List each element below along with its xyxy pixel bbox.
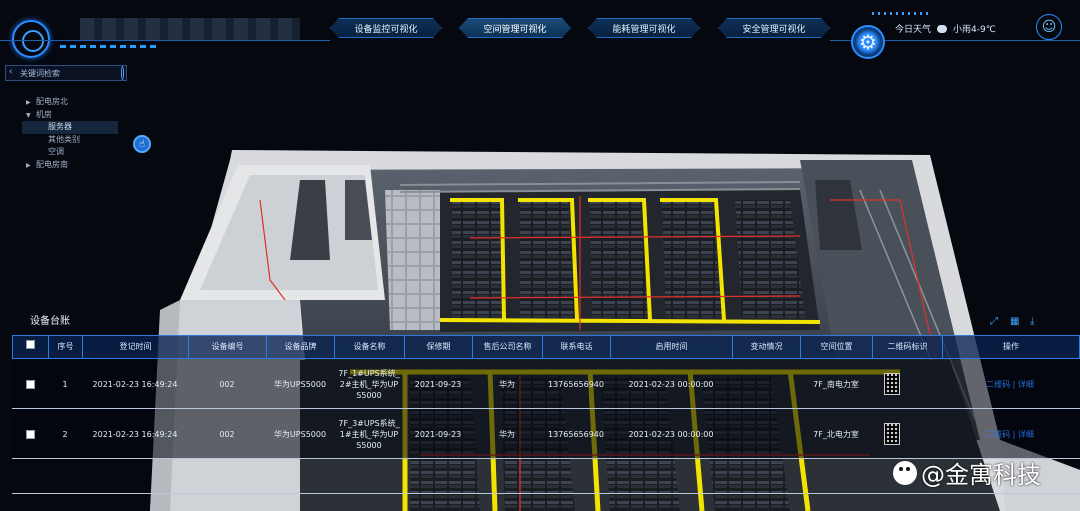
row-checkbox[interactable]	[25, 429, 35, 439]
tree-item-label: 机房	[36, 109, 52, 119]
tab-security-management[interactable]: 安全管理可视化	[718, 18, 830, 38]
tree-item-server[interactable]: 服务器	[22, 121, 118, 134]
cell-code: 002	[219, 429, 235, 439]
expand-icon[interactable]: ⤢	[990, 316, 1001, 327]
tree-item-machine-room[interactable]: ▼ 机房	[26, 109, 118, 122]
cell-start: 2021-02-23 00:00:00	[628, 429, 714, 439]
tab-energy-management[interactable]: 能耗管理可视化	[588, 18, 700, 38]
col-name: 设备名称	[335, 336, 405, 358]
qr-code-icon[interactable]	[884, 423, 900, 445]
watermark-text: @金寓科技	[921, 461, 1041, 489]
cell-index: 1	[62, 379, 68, 389]
header-dots	[872, 12, 932, 15]
col-location: 空间位置	[801, 336, 873, 358]
chevron-right-icon[interactable]: ▶	[26, 97, 36, 110]
col-phone: 联系电话	[543, 336, 611, 358]
tree-item-power-south[interactable]: ▶ 配电房南	[26, 159, 118, 172]
cell-brand: 华为UPS5000	[273, 379, 327, 389]
col-company: 售后公司名称	[473, 336, 543, 358]
cell-name: 7F_1#UPS系统_2#主机_华为UPS5000	[338, 368, 400, 400]
col-code: 设备编号	[189, 336, 267, 358]
search-box: ‹	[5, 65, 127, 81]
ledger-toolbar: ⤢ ▦ ⤓	[990, 316, 1041, 327]
tree-item-aircon[interactable]: 空调	[26, 146, 118, 159]
cell-name: 7F_3#UPS系统_1#主机_华为UPS5000	[338, 418, 400, 450]
cell-qr	[872, 359, 912, 409]
table-divider	[12, 493, 1080, 494]
col-qr: 二维码标识	[873, 336, 943, 358]
device-tree: ▶ 配电房北 ▼ 机房 服务器 其他类别 空调 ▶ 配电房南	[22, 96, 118, 172]
app-title	[80, 18, 300, 40]
chevron-left-icon[interactable]: ‹	[9, 67, 13, 77]
cell-time: 2021-02-23 16:49:24	[92, 379, 178, 389]
cloud-icon	[937, 24, 948, 33]
tree-item-label: 空调	[48, 147, 64, 156]
tab-space-management[interactable]: 空间管理可视化	[459, 18, 571, 38]
cell-company: 华为	[499, 379, 515, 389]
table-icon[interactable]: ▦	[1010, 316, 1021, 327]
chevron-right-icon[interactable]: ▶	[26, 160, 36, 173]
wechat-logo-icon	[893, 460, 917, 485]
tile-floor	[385, 190, 445, 330]
cell-warranty: 2021-09-23	[414, 429, 462, 439]
select-all-checkbox[interactable]	[26, 340, 35, 349]
col-brand: 设备品牌	[267, 336, 335, 358]
cell-change	[732, 359, 800, 409]
col-start: 启用时间	[611, 336, 733, 358]
tree-item-label: 服务器	[48, 122, 72, 131]
table-row[interactable]: 1 2021-02-23 16:49:24 002 华为UPS5000 7F_1…	[12, 359, 1080, 409]
table-row[interactable]: 2 2021-02-23 16:49:24 002 华为UPS5000 7F_3…	[12, 409, 1080, 459]
header: 设备监控可视化 空间管理可视化 能耗管理可视化 安全管理可视化 ⚙ 今日天气 小…	[0, 0, 1080, 62]
col-index: 序号	[49, 336, 83, 358]
row-select	[12, 359, 48, 409]
weather-value: 小雨4-9℃	[953, 25, 996, 35]
qr-code-icon[interactable]	[884, 373, 900, 395]
cell-index: 2	[62, 429, 68, 439]
tree-item-power-north[interactable]: ▶ 配电房北	[26, 96, 118, 109]
cell-code: 002	[219, 379, 235, 389]
row-actions[interactable]: 二维码 | 详细	[942, 359, 1078, 409]
col-select	[13, 336, 49, 358]
ledger-table: 序号 登记时间 设备编号 设备品牌 设备名称 保修期 售后公司名称 联系电话 启…	[12, 335, 1080, 459]
tab-device-monitor[interactable]: 设备监控可视化	[330, 18, 442, 38]
chevron-down-icon[interactable]: ▼	[26, 110, 36, 123]
cell-warranty: 2021-09-23	[414, 379, 462, 389]
header-divider	[0, 40, 330, 41]
row-actions[interactable]: 二维码 | 详细	[942, 409, 1078, 459]
cell-start: 2021-02-23 00:00:00	[628, 379, 714, 389]
tree-item-label: 其他类别	[48, 134, 80, 144]
watermark: @金寓科技	[893, 455, 1041, 490]
weather-widget: 今日天气 小雨4-9℃	[895, 22, 996, 35]
tree-item-label: 配电房北	[36, 97, 68, 106]
cell-phone: 13765656940	[548, 429, 604, 439]
user-icon[interactable]: ☺	[1036, 14, 1062, 40]
cell-change	[732, 409, 800, 459]
logo-icon	[12, 20, 50, 58]
cell-qr	[872, 409, 912, 459]
cell-phone: 13765656940	[548, 379, 604, 389]
cell-time: 2021-02-23 16:49:24	[92, 429, 178, 439]
tree-item-other[interactable]: 其他类别	[26, 134, 118, 147]
col-change: 变动情况	[733, 336, 801, 358]
search-input[interactable]	[6, 66, 121, 80]
table-header: 序号 登记时间 设备编号 设备品牌 设备名称 保修期 售后公司名称 联系电话 启…	[12, 335, 1080, 359]
download-icon[interactable]: ⤓	[1030, 316, 1041, 327]
search-icon[interactable]	[121, 66, 124, 80]
cell-location: 7F_北电力室	[813, 429, 859, 439]
col-op: 操作	[1003, 342, 1019, 351]
pointer-hand-icon[interactable]: ☝	[133, 135, 151, 153]
gear-icon[interactable]: ⚙	[851, 25, 885, 59]
title-underline	[60, 45, 160, 48]
cell-company: 华为	[499, 429, 515, 439]
col-warranty: 保修期	[405, 336, 473, 358]
tree-item-label: 配电房南	[36, 159, 68, 169]
cell-brand: 华为UPS5000	[273, 429, 327, 439]
col-time: 登记时间	[83, 336, 189, 358]
row-select	[12, 409, 48, 459]
weather-label: 今日天气	[895, 25, 932, 35]
rack-rows	[439, 190, 821, 332]
row-checkbox[interactable]	[25, 379, 35, 389]
ledger-title: 设备台账	[30, 316, 70, 327]
cell-location: 7F_南电力室	[813, 379, 859, 389]
